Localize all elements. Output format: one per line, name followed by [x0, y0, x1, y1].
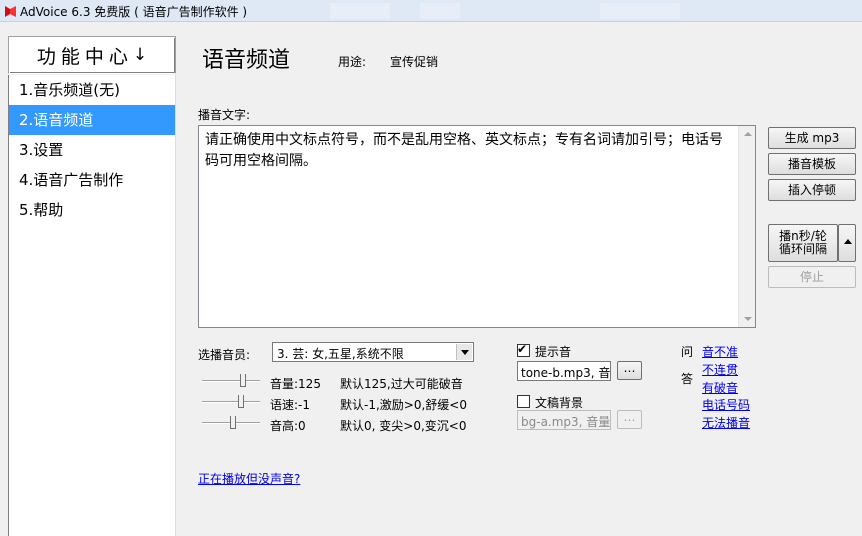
tone-file-field[interactable]: tone-b.mp3, 音: [517, 361, 611, 381]
scroll-up-icon[interactable]: [744, 132, 752, 136]
no-sound-help-link[interactable]: 正在播放但没声音?: [198, 470, 300, 487]
volume-slider[interactable]: [202, 374, 260, 388]
tone-label: 提示音: [535, 345, 572, 359]
background-file-field[interactable]: bg-a.mp3, 音量: [517, 410, 611, 430]
title-bar: AdVoice 6.3 免费版 ( 语音广告制作软件 ): [0, 0, 862, 22]
arrow-down-icon: ↓: [132, 45, 148, 65]
volume-track: [202, 380, 260, 382]
speed-thumb[interactable]: [238, 395, 244, 408]
volume-hint: 默认125,过大可能破音: [340, 377, 463, 391]
window-title: AdVoice 6.3 免费版 ( 语音广告制作软件 ): [20, 5, 248, 19]
tone-browse-button[interactable]: …: [617, 361, 642, 380]
sidebar-header-label: 功能中心: [36, 45, 133, 68]
play-options-button[interactable]: [838, 224, 856, 262]
stop-button[interactable]: 停止: [768, 266, 856, 288]
triangle-up-icon: [844, 239, 852, 244]
sidebar-item-music[interactable]: 1.音乐频道(无): [9, 75, 175, 105]
sidebar-menu: 1.音乐频道(无) 2.语音频道 3.设置 4.语音广告制作 5.帮助: [8, 75, 176, 536]
qa-link-not-smooth[interactable]: 不连贯: [702, 361, 738, 378]
main-panel: 语音频道 用途: 宣传促销 播音文字: 请正确使用中文标点符号，而不是乱用空格、…: [178, 22, 862, 536]
sidebar-item-help[interactable]: 5.帮助: [9, 195, 175, 225]
pitch-thumb[interactable]: [230, 416, 236, 429]
speed-track: [202, 401, 260, 403]
scroll-down-icon[interactable]: [744, 317, 752, 321]
play-loop-button[interactable]: 播n秒/轮 循环间隔: [768, 224, 838, 262]
voice-template-button[interactable]: 播音模板: [768, 153, 856, 175]
insert-pause-button[interactable]: 插入停顿: [768, 179, 856, 201]
sidebar-item-voice[interactable]: 2.语音频道: [9, 105, 175, 135]
tone-file-value: tone-b.mp3, 音: [521, 366, 611, 380]
broadcast-text-area[interactable]: 请正确使用中文标点符号，而不是乱用空格、英文标点；专有名词请加引号；电话号码可用…: [198, 125, 756, 328]
broadcast-text-content: 请正确使用中文标点符号，而不是乱用空格、英文标点；专有名词请加引号；电话号码可用…: [205, 132, 723, 169]
sidebar-item-ad-production[interactable]: 4.语音广告制作: [9, 165, 175, 195]
app-icon: [5, 6, 16, 17]
sidebar: 功能中心 ↓ 1.音乐频道(无) 2.语音频道 3.设置 4.语音广告制作 5.…: [0, 22, 178, 536]
checkmark-icon: ✔: [517, 342, 528, 356]
page-title: 语音频道: [202, 48, 291, 73]
background-label: 文稿背景: [535, 396, 584, 410]
pitch-hint: 默认0, 变尖>0,变沉<0: [340, 419, 467, 433]
titlebar-blur: [420, 3, 460, 19]
background-file-value: bg-a.mp3, 音量: [521, 415, 611, 429]
dropdown-arrow-icon[interactable]: [456, 344, 472, 360]
pitch-slider[interactable]: [202, 416, 260, 430]
titlebar-blur: [600, 3, 680, 19]
speed-label: 语速:-1: [270, 398, 311, 412]
tone-checkbox[interactable]: ✔: [517, 342, 530, 357]
announcer-select-value: 3. 芸: 女,五星,系统不限: [277, 347, 404, 361]
background-checkbox[interactable]: [517, 395, 530, 408]
generate-mp3-button[interactable]: 生成 mp3: [768, 127, 856, 149]
play-loop-line2: 循环间隔: [778, 242, 827, 256]
usage-value: 宣传促销: [390, 55, 439, 69]
qa-label-q: 问: [681, 345, 694, 359]
sidebar-item-settings[interactable]: 3.设置: [9, 135, 175, 165]
volume-thumb[interactable]: [240, 374, 246, 387]
background-browse-button[interactable]: …: [617, 410, 642, 429]
qa-label-a: 答: [681, 372, 694, 386]
text-scrollbar[interactable]: [738, 126, 755, 327]
titlebar-blur: [330, 3, 390, 19]
usage-label: 用途:: [338, 55, 367, 69]
pitch-label: 音高:0: [270, 419, 306, 433]
announcer-label: 选播音员:: [198, 348, 251, 362]
speed-hint: 默认-1,激励>0,舒缓<0: [340, 398, 467, 412]
speed-slider[interactable]: [202, 395, 260, 409]
broadcast-text-label: 播音文字:: [198, 108, 251, 122]
volume-label: 音量:125: [270, 377, 321, 391]
qa-link-inaccurate[interactable]: 音不准: [702, 343, 738, 360]
qa-link-cannot-play[interactable]: 无法播音: [702, 414, 750, 431]
announcer-select[interactable]: 3. 芸: 女,五星,系统不限: [272, 342, 474, 362]
qa-link-distortion[interactable]: 有破音: [702, 379, 738, 396]
sidebar-header: 功能中心 ↓: [8, 36, 176, 74]
qa-link-phone-number[interactable]: 电话号码: [702, 396, 750, 413]
